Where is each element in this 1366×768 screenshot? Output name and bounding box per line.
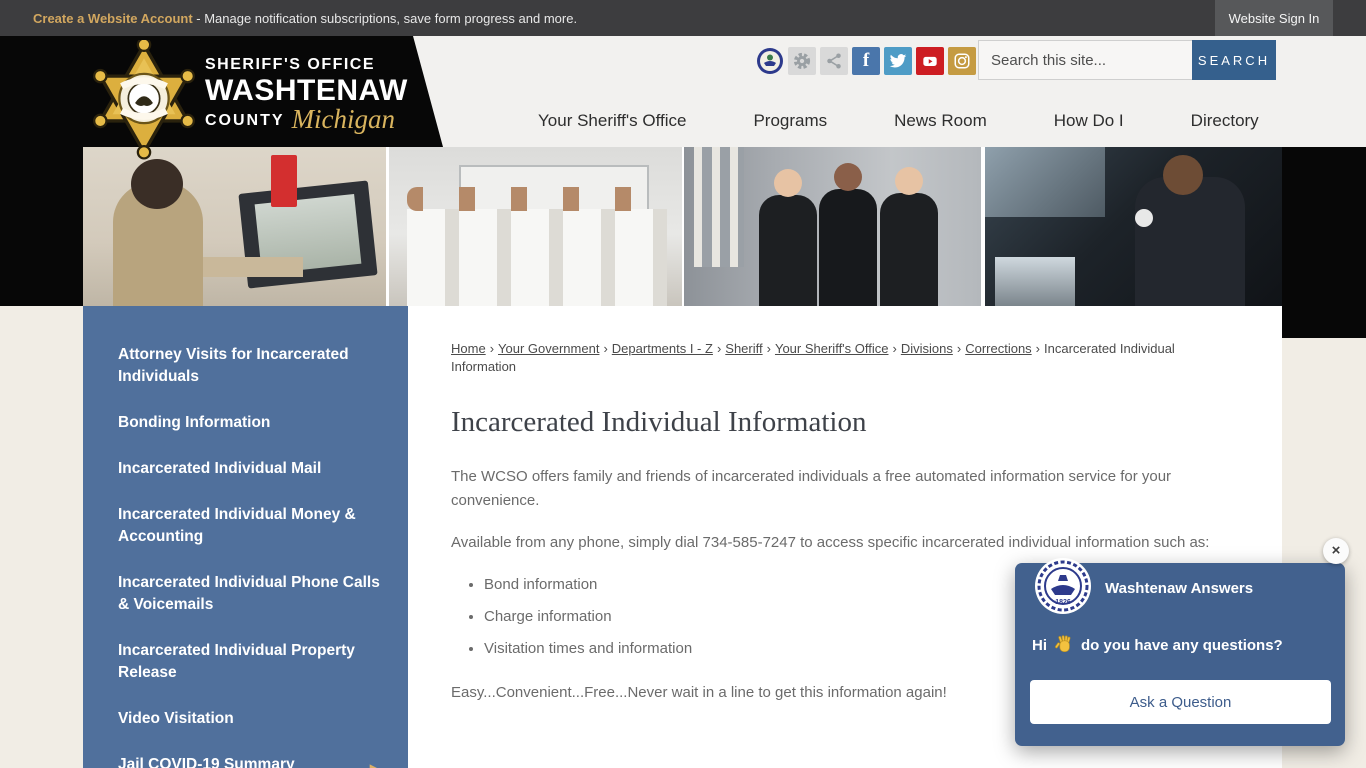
logo-line-sheriffs-office: SHERIFF'S OFFICE — [205, 56, 376, 73]
photo-decoration — [995, 257, 1075, 306]
breadcrumb-separator: › — [603, 341, 608, 356]
site-logo-text[interactable]: SHERIFF'S OFFICE WASHTENAW COUNTY Michig… — [205, 56, 408, 135]
sidebar-item-label: Attorney Visits for Incarcerated Individ… — [118, 346, 349, 385]
twitter-icon[interactable] — [884, 47, 912, 75]
photo-decoration — [203, 257, 303, 277]
breadcrumb-separator: › — [956, 341, 962, 356]
washtenaw-county-seal-icon: 1826 — [1035, 558, 1091, 614]
nav-how-do-i[interactable]: How Do I — [1054, 111, 1124, 131]
photo-decoration — [1135, 209, 1153, 227]
banner-photo-officer-in-car — [985, 147, 1282, 306]
share-icon[interactable] — [820, 47, 848, 75]
search-button[interactable]: SEARCH — [1192, 40, 1276, 80]
photo-decoration — [1135, 177, 1245, 306]
photo-decoration — [895, 167, 923, 195]
photo-decoration — [131, 159, 183, 209]
breadcrumb-corrections[interactable]: Corrections — [965, 341, 1031, 356]
sidebar-item-incarcerated-mail[interactable]: Incarcerated Individual Mail — [118, 458, 380, 480]
sidebar-item-attorney-visits[interactable]: Attorney Visits for Incarcerated Individ… — [118, 344, 380, 388]
logo-line-county: COUNTY — [205, 112, 285, 129]
chat-greeting: Hi do you have any questions? — [1032, 635, 1283, 655]
website-sign-in-button[interactable]: Website Sign In — [1215, 0, 1333, 36]
photo-decoration — [407, 187, 667, 211]
nav-programs[interactable]: Programs — [753, 111, 827, 131]
county-seal-icon[interactable] — [756, 47, 784, 75]
breadcrumb-separator: › — [892, 341, 897, 356]
logo-line-washtenaw: WASHTENAW — [205, 74, 408, 107]
breadcrumb-divisions[interactable]: Divisions — [901, 341, 953, 356]
search-input[interactable] — [978, 40, 1192, 80]
instagram-icon[interactable] — [948, 47, 976, 75]
utility-bar-text: - Manage notification subscriptions, sav… — [192, 10, 578, 26]
banner-photo-lab-coat-group — [389, 147, 682, 306]
sheriff-badge-logo — [93, 40, 195, 160]
photo-decoration — [759, 195, 817, 306]
sidebar-item-label: Bonding Information — [118, 414, 271, 431]
photo-decoration — [834, 163, 862, 191]
ask-a-question-button[interactable]: Ask a Question — [1030, 680, 1331, 724]
intro-paragraph: The WCSO offers family and friends of in… — [451, 468, 1172, 509]
breadcrumb-your-government[interactable]: Your Government — [498, 341, 599, 356]
nav-news-room[interactable]: News Room — [894, 111, 987, 131]
facebook-icon[interactable]: f — [852, 47, 880, 75]
utility-bar: Create a Website Account - Manage notifi… — [0, 0, 1366, 36]
sidebar-item-money-accounting[interactable]: Incarcerated Individual Money & Accounti… — [118, 504, 380, 548]
breadcrumb-separator: › — [766, 341, 771, 356]
sidebar-item-label: Video Visitation — [118, 710, 234, 727]
create-account-link[interactable]: Create a Website Account — [33, 11, 193, 26]
submenu-arrow-icon: ► — [367, 760, 380, 768]
photo-banner — [0, 147, 1366, 306]
chat-widget: 1826 Washtenaw Answers Hi do you have an… — [1015, 558, 1345, 746]
settings-gear-icon[interactable] — [788, 47, 816, 75]
sidebar-item-property-release[interactable]: Incarcerated Individual Property Release — [118, 640, 380, 684]
logo-script-michigan: Michigan — [291, 104, 396, 134]
photo-decoration — [271, 155, 297, 207]
breadcrumb-home[interactable]: Home — [451, 341, 486, 356]
sidebar-item-label: Incarcerated Individual Mail — [118, 460, 322, 477]
left-sidebar-menu: Attorney Visits for Incarcerated Individ… — [83, 306, 408, 768]
breadcrumb-departments[interactable]: Departments I - Z — [612, 341, 713, 356]
photo-decoration — [774, 169, 802, 197]
photo-decoration — [1163, 155, 1203, 195]
breadcrumb-sheriff[interactable]: Sheriff — [725, 341, 762, 356]
site-header: SHERIFF'S OFFICE WASHTENAW COUNTY Michig… — [0, 36, 1366, 160]
sidebar-item-label: Incarcerated Individual Property Release — [118, 642, 355, 681]
sidebar-item-phone-calls-voicemails[interactable]: Incarcerated Individual Phone Calls & Vo… — [118, 572, 380, 616]
phone-paragraph: Available from any phone, simply dial 73… — [451, 534, 1210, 551]
breadcrumb-your-sheriffs-office[interactable]: Your Sheriff's Office — [775, 341, 889, 356]
chat-close-icon[interactable]: × — [1323, 538, 1349, 564]
sidebar-item-label: Incarcerated Individual Phone Calls & Vo… — [118, 574, 380, 613]
breadcrumb-separator: › — [489, 341, 495, 356]
sidebar-item-label: Incarcerated Individual Money & Accounti… — [118, 506, 356, 545]
chat-greeting-prefix: Hi — [1032, 636, 1047, 654]
nav-your-sheriffs-office[interactable]: Your Sheriff's Office — [538, 111, 686, 131]
breadcrumb-separator: › — [1035, 341, 1041, 356]
waving-hand-icon — [1055, 635, 1071, 652]
sidebar-item-label: Jail COVID-19 Summary — [118, 756, 295, 768]
header-social-row: f — [756, 47, 976, 75]
nav-directory[interactable]: Directory — [1191, 111, 1259, 131]
photo-decoration — [880, 193, 938, 306]
sidebar-item-bonding-information[interactable]: Bonding Information — [118, 412, 380, 434]
site-search: SEARCH — [978, 40, 1276, 80]
page: Create a Website Account - Manage notifi… — [0, 0, 1366, 768]
banner-photo-deputy-at-computer — [83, 147, 386, 306]
svg-text:1826: 1826 — [1055, 599, 1071, 606]
photo-decoration — [694, 147, 744, 267]
chat-greeting-suffix: do you have any questions? — [1081, 636, 1283, 654]
chat-title: Washtenaw Answers — [1105, 580, 1254, 597]
sidebar-item-jail-covid-summary[interactable]: Jail COVID-19 Summary ► — [118, 754, 380, 768]
photo-decoration — [985, 147, 1105, 217]
photo-decoration — [407, 209, 667, 306]
main-nav: Your Sheriff's Office Programs News Room… — [538, 95, 1259, 147]
page-title: Incarcerated Individual Information — [451, 406, 867, 438]
photo-decoration — [819, 189, 877, 306]
youtube-icon[interactable] — [916, 47, 944, 75]
sidebar-item-video-visitation[interactable]: Video Visitation — [118, 708, 380, 730]
banner-photo-three-officers — [684, 147, 981, 306]
breadcrumb-separator: › — [716, 341, 722, 356]
breadcrumb: Home › Your Government › Departments I - Z › S… — [451, 340, 1176, 376]
banner-black-extension — [1282, 306, 1366, 338]
